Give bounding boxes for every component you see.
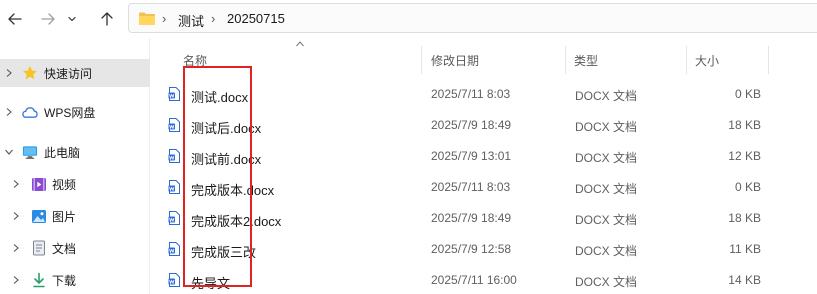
- navigation-pane: 快速访问 WPS网盘 此电脑 视频 图片 文档 下载: [0, 38, 150, 294]
- sidebar-item-label: 图片: [52, 209, 77, 224]
- file-modified-date: 2025/7/9 12:58: [431, 242, 512, 256]
- up-button[interactable]: [94, 6, 120, 32]
- sidebar-item-videos[interactable]: 视频: [0, 170, 150, 198]
- navigation-bar: › 测试 › 20250715: [0, 0, 817, 38]
- file-size: 14 KB: [728, 273, 761, 287]
- file-name[interactable]: 测试后.docx: [191, 118, 261, 137]
- sidebar-item-label: 快速访问: [44, 66, 93, 81]
- sidebar-item-label: 文档: [52, 241, 77, 256]
- table-row[interactable]: 先导文 2025/7/11 16:00 DOCX 文档 14 KB: [151, 265, 817, 294]
- star-icon: [22, 65, 38, 81]
- file-name[interactable]: 完成版本.docx: [191, 180, 274, 199]
- sidebar-item-label: 视频: [52, 177, 77, 192]
- chevron-right-icon[interactable]: [3, 106, 15, 118]
- file-modified-date: 2025/7/11 16:00: [431, 273, 517, 287]
- sidebar-item-wps-cloud[interactable]: WPS网盘: [0, 98, 150, 126]
- cloud-icon: [22, 104, 38, 120]
- sidebar-item-quick-access[interactable]: 快速访问: [0, 59, 150, 87]
- file-size: 18 KB: [728, 211, 761, 225]
- table-row[interactable]: 测试.docx 2025/7/11 8:03 DOCX 文档 0 KB: [151, 79, 817, 110]
- chevron-down-icon[interactable]: [3, 146, 15, 158]
- file-type: DOCX 文档: [575, 151, 638, 165]
- table-row[interactable]: 测试前.docx 2025/7/9 13:01 DOCX 文档 12 KB: [151, 141, 817, 172]
- arrow-right-icon: [41, 13, 55, 25]
- sidebar-item-documents[interactable]: 文档: [0, 234, 150, 262]
- sidebar-item-downloads[interactable]: 下载: [0, 266, 150, 294]
- file-type: DOCX 文档: [575, 89, 638, 103]
- file-type: DOCX 文档: [575, 244, 638, 258]
- recent-locations-button[interactable]: [63, 6, 81, 32]
- chevron-right-icon[interactable]: [3, 67, 15, 79]
- column-divider[interactable]: [686, 46, 687, 74]
- file-size: 18 KB: [728, 118, 761, 132]
- folder-icon: [139, 12, 155, 25]
- column-header-modified[interactable]: 修改日期: [431, 52, 479, 70]
- word-document-icon: [168, 118, 180, 132]
- breadcrumb-separator: ›: [211, 11, 216, 26]
- file-name[interactable]: 完成版三改: [191, 242, 256, 261]
- picture-icon: [31, 208, 47, 224]
- word-document-icon: [168, 273, 180, 287]
- address-bar[interactable]: › 测试 › 20250715: [128, 3, 817, 33]
- file-modified-date: 2025/7/11 8:03: [431, 180, 511, 194]
- back-button[interactable]: [2, 6, 28, 32]
- file-size: 0 KB: [734, 87, 761, 101]
- column-divider[interactable]: [421, 46, 422, 74]
- file-type: DOCX 文档: [575, 182, 638, 196]
- sidebar-item-label: 下载: [52, 273, 77, 288]
- sidebar-item-this-pc[interactable]: 此电脑: [0, 138, 150, 166]
- file-name[interactable]: 测试前.docx: [191, 149, 261, 168]
- word-document-icon: [168, 211, 180, 225]
- breadcrumb-item-test[interactable]: 测试: [178, 11, 204, 30]
- column-divider[interactable]: [768, 46, 769, 74]
- arrow-left-icon: [8, 13, 22, 25]
- file-name[interactable]: 完成版本2.docx: [191, 211, 281, 230]
- file-modified-date: 2025/7/9 18:49: [431, 211, 512, 225]
- table-row[interactable]: 完成版本2.docx 2025/7/9 18:49 DOCX 文档 18 KB: [151, 203, 817, 234]
- download-icon: [31, 272, 47, 288]
- file-list: 名称 修改日期 类型 大小 测试.docx 2025/7/11 8:03 DOC…: [151, 38, 817, 294]
- sidebar-item-label: WPS网盘: [44, 105, 96, 120]
- chevron-down-icon: [68, 16, 76, 22]
- chevron-right-icon[interactable]: [10, 242, 22, 254]
- video-icon: [31, 176, 47, 192]
- table-row[interactable]: 完成版本.docx 2025/7/11 8:03 DOCX 文档 0 KB: [151, 172, 817, 203]
- table-row[interactable]: 完成版三改 2025/7/9 12:58 DOCX 文档 11 KB: [151, 234, 817, 265]
- file-type: DOCX 文档: [575, 213, 638, 227]
- file-name[interactable]: 测试.docx: [191, 87, 248, 106]
- word-document-icon: [168, 242, 180, 256]
- chevron-right-icon[interactable]: [10, 178, 22, 190]
- word-document-icon: [168, 180, 180, 194]
- file-size: 12 KB: [728, 149, 761, 163]
- column-header-type[interactable]: 类型: [574, 52, 598, 70]
- chevron-right-icon[interactable]: [10, 274, 22, 286]
- word-document-icon: [168, 149, 180, 163]
- column-header-name[interactable]: 名称: [183, 52, 207, 70]
- file-modified-date: 2025/7/9 13:01: [431, 149, 512, 163]
- file-name[interactable]: 先导文: [191, 273, 230, 292]
- column-header-size[interactable]: 大小: [695, 52, 719, 70]
- word-document-icon: [168, 87, 180, 101]
- file-type: DOCX 文档: [575, 120, 638, 134]
- file-size: 0 KB: [734, 180, 761, 194]
- file-size: 11 KB: [729, 242, 761, 256]
- table-row[interactable]: 测试后.docx 2025/7/9 18:49 DOCX 文档 18 KB: [151, 110, 817, 141]
- monitor-icon: [22, 144, 38, 160]
- sort-ascending-icon: [296, 41, 304, 47]
- file-type: DOCX 文档: [575, 275, 638, 289]
- breadcrumb-separator: ›: [162, 11, 167, 26]
- column-divider[interactable]: [565, 46, 566, 74]
- sidebar-item-pictures[interactable]: 图片: [0, 202, 150, 230]
- arrow-up-icon: [101, 12, 113, 26]
- forward-button[interactable]: [35, 6, 61, 32]
- document-icon: [31, 240, 47, 256]
- chevron-right-icon[interactable]: [10, 210, 22, 222]
- breadcrumb-item-20250715[interactable]: 20250715: [227, 11, 285, 26]
- file-modified-date: 2025/7/11 8:03: [431, 87, 511, 101]
- file-modified-date: 2025/7/9 18:49: [431, 118, 512, 132]
- sidebar-item-label: 此电脑: [44, 145, 81, 160]
